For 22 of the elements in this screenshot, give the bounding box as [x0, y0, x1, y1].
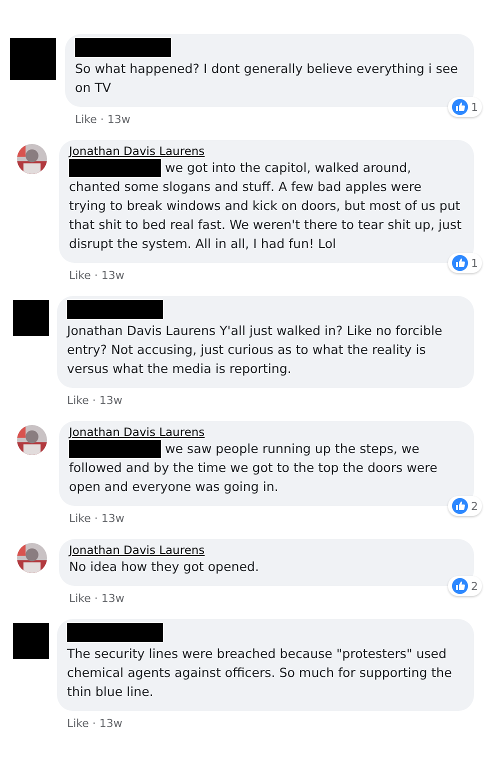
- comment-text: So what happened? I dont generally believe everything i see on TV: [75, 60, 459, 97]
- author-name[interactable]: Jonathan Davis Laurens: [69, 543, 462, 557]
- comment-text: No idea how they got opened.: [69, 558, 260, 576]
- thumbs-up-icon: [452, 99, 468, 115]
- comment-text: The security lines were breached because "protesters" used chemical agents against officers. So much for supporting the thin blue line.: [67, 645, 453, 701]
- redacted-avatar: [10, 38, 56, 80]
- reaction-count[interactable]: 1: [448, 97, 482, 117]
- redacted-avatar: [13, 300, 49, 336]
- reaction-count[interactable]: 1: [448, 253, 482, 273]
- comment-text: we got into the capitol, walked around, chanted some slogans and stuff. A few bad apples were trying to break windows and kick on doors, but most of us put that shit to bed real fast. We weren't there to tear shit up, just disrupt the system. All in all, I had fun! Lol: [69, 158, 462, 253]
- thumbs-up-icon: [452, 255, 468, 271]
- comment-text: Jonathan Davis Laurens Y'all just walked in? Like no forcible entry? Not accusing, just curious as to what the reality is versus what the media is reporting.: [67, 322, 444, 378]
- author-name[interactable]: Jonathan Davis Laurens: [69, 425, 462, 439]
- author-name[interactable]: Jonathan Davis Laurens: [69, 144, 462, 158]
- reaction-count[interactable]: 2: [448, 496, 482, 516]
- comment-actions[interactable]: Like · 13w: [57, 711, 474, 744]
- comment-text: we saw people running up the steps, we followed and by the time we got to the top the doors were open and everyone was going in.: [69, 439, 462, 496]
- comment-actions[interactable]: Like · 13w: [57, 388, 474, 421]
- thumbs-up-icon: [452, 498, 468, 514]
- redacted-avatar: [13, 623, 49, 659]
- reaction-count[interactable]: 2: [448, 576, 482, 596]
- thumbs-up-icon: [452, 578, 468, 594]
